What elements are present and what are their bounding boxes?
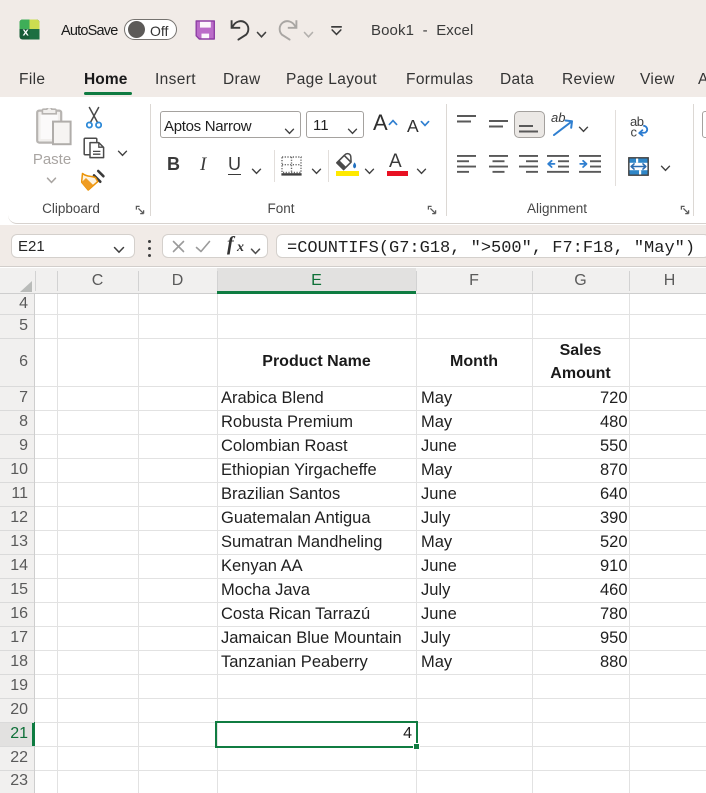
- svg-text:c: c: [631, 125, 638, 139]
- svg-text:x: x: [23, 26, 30, 38]
